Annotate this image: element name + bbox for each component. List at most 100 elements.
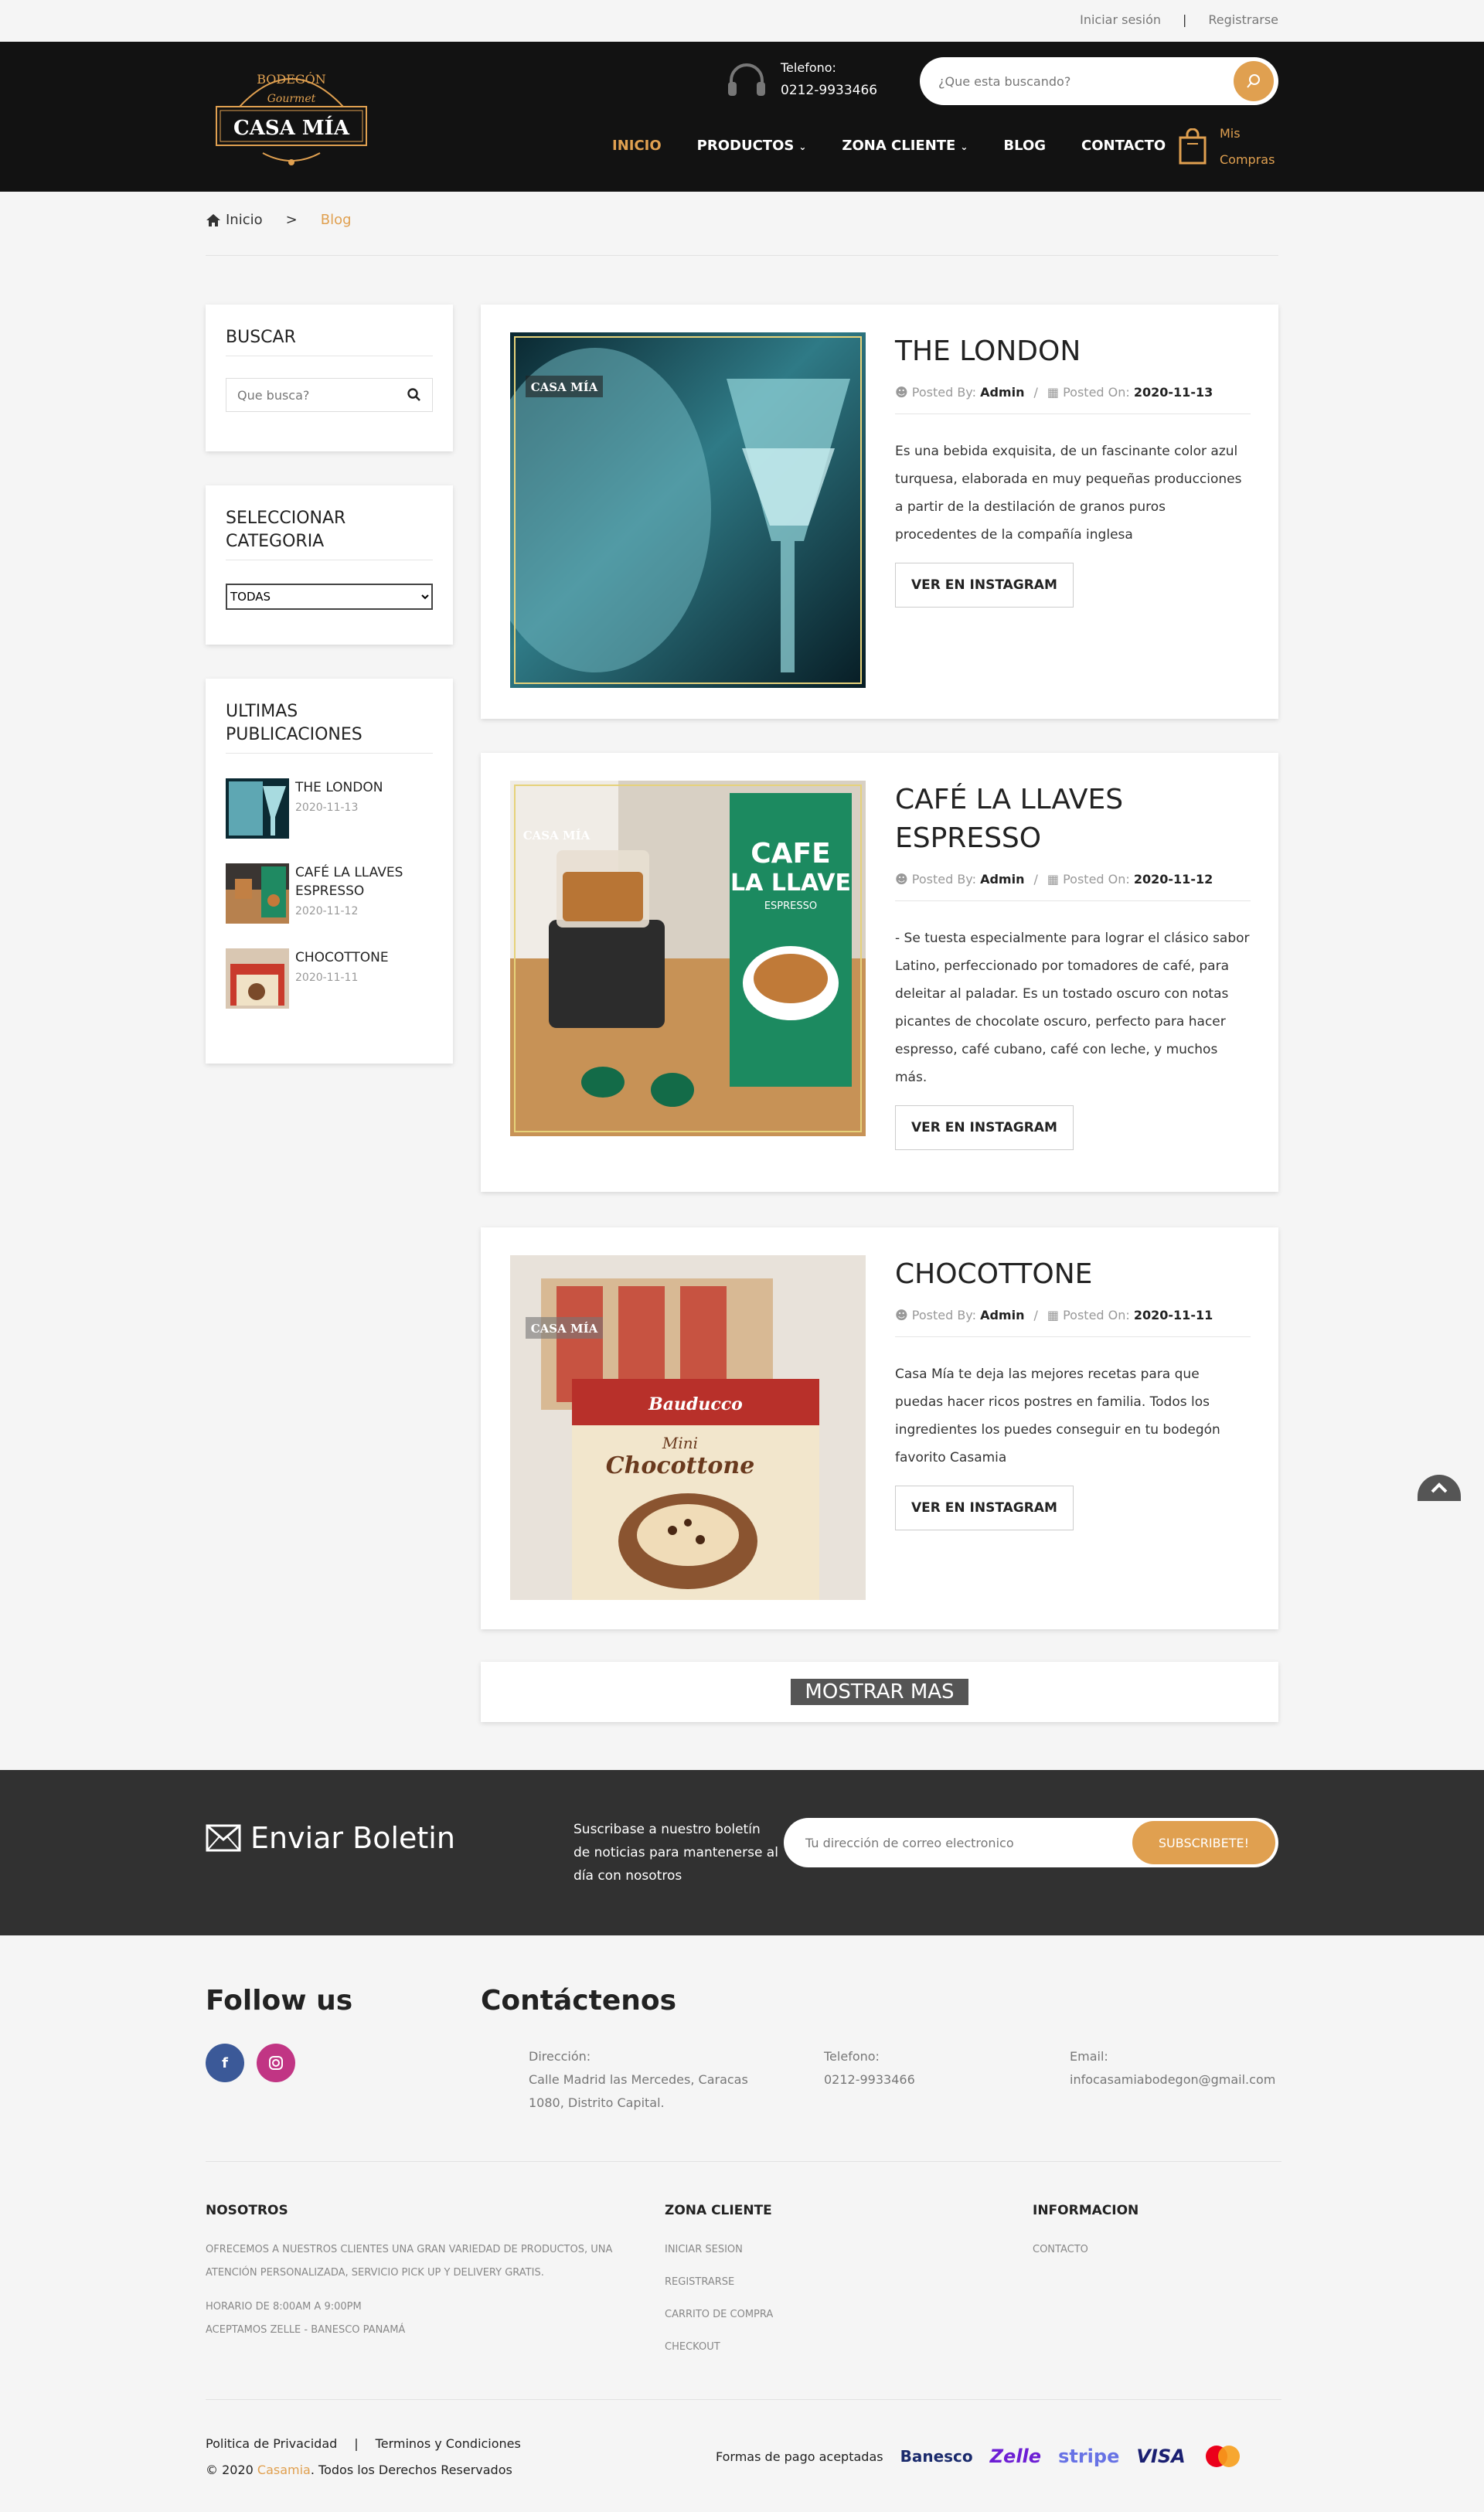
post-author-meta: ☻ Posted By: Admin (895, 872, 1025, 887)
box-text-cafe: CAFE (751, 838, 830, 870)
show-more-button[interactable]: MOSTRAR MAS (791, 1679, 968, 1705)
list-item[interactable]: CHOCOTTONE 2020-11-11 (226, 948, 433, 1009)
post-image-cafe-la-llaves[interactable]: CAFE LA LLAVE ESPRESSO CASA MÍA (510, 781, 866, 1136)
image-watermark: CASA MÍA (531, 380, 598, 394)
phone-number: 0212-9933466 (781, 83, 878, 98)
list-item[interactable]: THE LONDON 2020-11-13 (226, 778, 433, 839)
instagram-button[interactable]: VER EN INSTAGRAM (895, 1486, 1074, 1530)
breadcrumb: Inicio > Blog (206, 212, 352, 228)
recent-item-title: CAFÉ LA LLAVES ESPRESSO (295, 865, 403, 899)
newsletter-text: Suscribase a nuestro boletín de noticias… (574, 1822, 778, 1884)
newsletter-title-text: Enviar Boletin (250, 1821, 455, 1855)
newsletter-email-input[interactable]: Tu dirección de correo electronico (805, 1836, 1132, 1850)
footer-col-nosotros: NOSOTROS OFRECEMOS A NUESTROS CLIENTES U… (206, 2203, 623, 2342)
blog-post-chocottone: Bauducco Mini Chocottone CASA MÍA CHOCOT… (481, 1227, 1278, 1629)
post-meta: ☻ Posted By: Admin / ▦ Posted On: 2020-1… (895, 1308, 1251, 1337)
calendar-icon: ▦ (1047, 872, 1059, 887)
top-bar: Iniciar sesión | Registrarse (0, 0, 1484, 42)
footer-link-checkout[interactable]: CHECKOUT (665, 2341, 720, 2353)
nosotros-text: OFRECEMOS A NUESTROS CLIENTES UNA GRAN V… (206, 2244, 613, 2279)
newsletter-title: Enviar Boletin (206, 1821, 455, 1855)
social-links: f (206, 2044, 295, 2082)
post-meta: ☻ Posted By: Admin / ▦ Posted On: 2020-1… (895, 385, 1251, 414)
privacy-link[interactable]: Politica de Privacidad (206, 2436, 337, 2451)
copyright-suffix: . Todos los Derechos Reservados (310, 2463, 512, 2477)
facebook-icon[interactable]: f (206, 2044, 244, 2082)
post-body: CAFÉ LA LLAVES ESPRESSO ☻ Posted By: Adm… (895, 781, 1251, 1150)
register-link[interactable]: Registrarse (1208, 12, 1278, 27)
post-date-meta: ▦ Posted On: 2020-11-13 (1047, 385, 1213, 400)
post-author: Admin (980, 385, 1025, 400)
instagram-button[interactable]: VER EN INSTAGRAM (895, 563, 1074, 608)
search-icon[interactable] (407, 388, 421, 402)
breadcrumb-current: Blog (320, 212, 352, 228)
contact-address: Dirección: Calle Madrid las Mercedes, Ca… (529, 2045, 748, 2115)
posted-on-label: Posted On: (1063, 1308, 1130, 1322)
footer-link-registrarse[interactable]: REGISTRARSE (665, 2276, 734, 2288)
nav-item-inicio[interactable]: INICIO (612, 138, 662, 154)
payments-label: Formas de pago aceptadas (716, 2449, 883, 2464)
home-icon (206, 213, 220, 226)
subscribe-button[interactable]: SUBSCRIBETE! (1132, 1821, 1275, 1864)
account-links: Iniciar sesión | Registrarse (1080, 12, 1278, 27)
post-title[interactable]: CAFÉ LA LLAVES ESPRESSO (895, 781, 1251, 858)
posted-on-label: Posted On: (1063, 872, 1130, 887)
casa-mia-logo[interactable]: BODEGÓN Gourmet CASA MÍA (209, 59, 374, 175)
nav-item-zona-cliente[interactable]: ZONA CLIENTE ⌄ (842, 138, 968, 154)
calendar-icon: ▦ (1047, 1308, 1059, 1322)
header-search-button[interactable] (1234, 61, 1274, 101)
nosotros-title: NOSOTROS (206, 2203, 288, 2218)
logo-top-text: BODEGÓN (257, 71, 326, 87)
blog-post-the-london: CASA MÍA THE LONDON ☻ Posted By: Admin /… (481, 305, 1278, 719)
post-body: THE LONDON ☻ Posted By: Admin / ▦ Posted… (895, 332, 1251, 608)
sidebar-search-input[interactable]: Que busca? (226, 378, 433, 412)
category-widget-title: SELECCIONAR CATEGORIA (226, 507, 433, 560)
stripe-logo: stripe (1058, 2446, 1120, 2467)
contact-email-value[interactable]: infocasamiabodegon@gmail.com (1070, 2068, 1275, 2092)
back-to-top-button[interactable] (1418, 1475, 1461, 1501)
post-author: Admin (980, 872, 1025, 887)
nav-item-blog[interactable]: BLOG (1003, 138, 1046, 154)
post-image-the-london[interactable]: CASA MÍA (510, 332, 866, 688)
nav-item-contacto[interactable]: CONTACTO (1081, 138, 1166, 154)
recent-item-title: CHOCOTTONE (295, 950, 389, 965)
banesco-logo: Banesco (900, 2447, 973, 2466)
newsletter-section: Enviar Boletin Suscribase a nuestro bole… (0, 1770, 1484, 1935)
contact-phone-value[interactable]: 0212-9933466 (824, 2068, 915, 2092)
footer-col-zona-cliente: ZONA CLIENTE INICIAR SESION REGISTRARSE … (665, 2203, 773, 2359)
post-title[interactable]: THE LONDON (895, 332, 1251, 371)
headset-icon (728, 63, 765, 96)
cart-link[interactable]: Mis Compras (1178, 121, 1275, 173)
header-search-input[interactable]: ¿Que esta buscando? (938, 74, 1234, 89)
address-label: Dirección: (529, 2049, 591, 2064)
informacion-title: INFORMACION (1033, 2203, 1139, 2218)
address-line2: 1080, Distrito Capital. (529, 2095, 665, 2110)
terms-link[interactable]: Terminos y Condiciones (376, 2436, 521, 2451)
instagram-button[interactable]: VER EN INSTAGRAM (895, 1105, 1074, 1150)
copyright-brand[interactable]: Casamia (257, 2463, 311, 2477)
contact-email: Email: infocasamiabodegon@gmail.com (1070, 2045, 1275, 2092)
box-brand: Bauducco (648, 1394, 743, 1414)
recent-thumb-cafe-la-llave (226, 863, 289, 924)
footer-link-carrito[interactable]: CARRITO DE COMPRA (665, 2309, 773, 2320)
post-author-meta: ☻ Posted By: Admin (895, 1308, 1025, 1322)
category-select[interactable]: TODAS (226, 584, 433, 610)
post-image-chocottone[interactable]: Bauducco Mini Chocottone CASA MÍA (510, 1255, 866, 1600)
category-widget: SELECCIONAR CATEGORIA TODAS (206, 485, 453, 645)
login-link[interactable]: Iniciar sesión (1080, 12, 1161, 27)
breadcrumb-home[interactable]: Inicio (206, 212, 263, 228)
zona-cliente-title: ZONA CLIENTE (665, 2203, 772, 2218)
site-header: BODEGÓN Gourmet CASA MÍA Telefono: 0212-… (0, 42, 1484, 192)
footer-link-iniciar-sesion[interactable]: INICIAR SESION (665, 2244, 743, 2255)
list-item[interactable]: CAFÉ LA LLAVES ESPRESSO 2020-11-12 (226, 863, 433, 924)
nav-item-label: PRODUCTOS (696, 138, 795, 154)
newsletter-form: Tu dirección de correo electronico SUBSC… (784, 1818, 1278, 1867)
instagram-icon[interactable] (257, 2044, 295, 2082)
nav-item-productos[interactable]: PRODUCTOS ⌄ (697, 138, 807, 154)
post-title[interactable]: CHOCOTTONE (895, 1255, 1251, 1294)
recent-item-title: THE LONDON (295, 780, 383, 795)
box-text-chocottone: Chocottone (606, 1452, 755, 1479)
footer-bottom-divider (206, 2399, 1281, 2400)
post-date: 2020-11-12 (1133, 872, 1213, 887)
footer-link-contacto[interactable]: CONTACTO (1033, 2244, 1088, 2255)
